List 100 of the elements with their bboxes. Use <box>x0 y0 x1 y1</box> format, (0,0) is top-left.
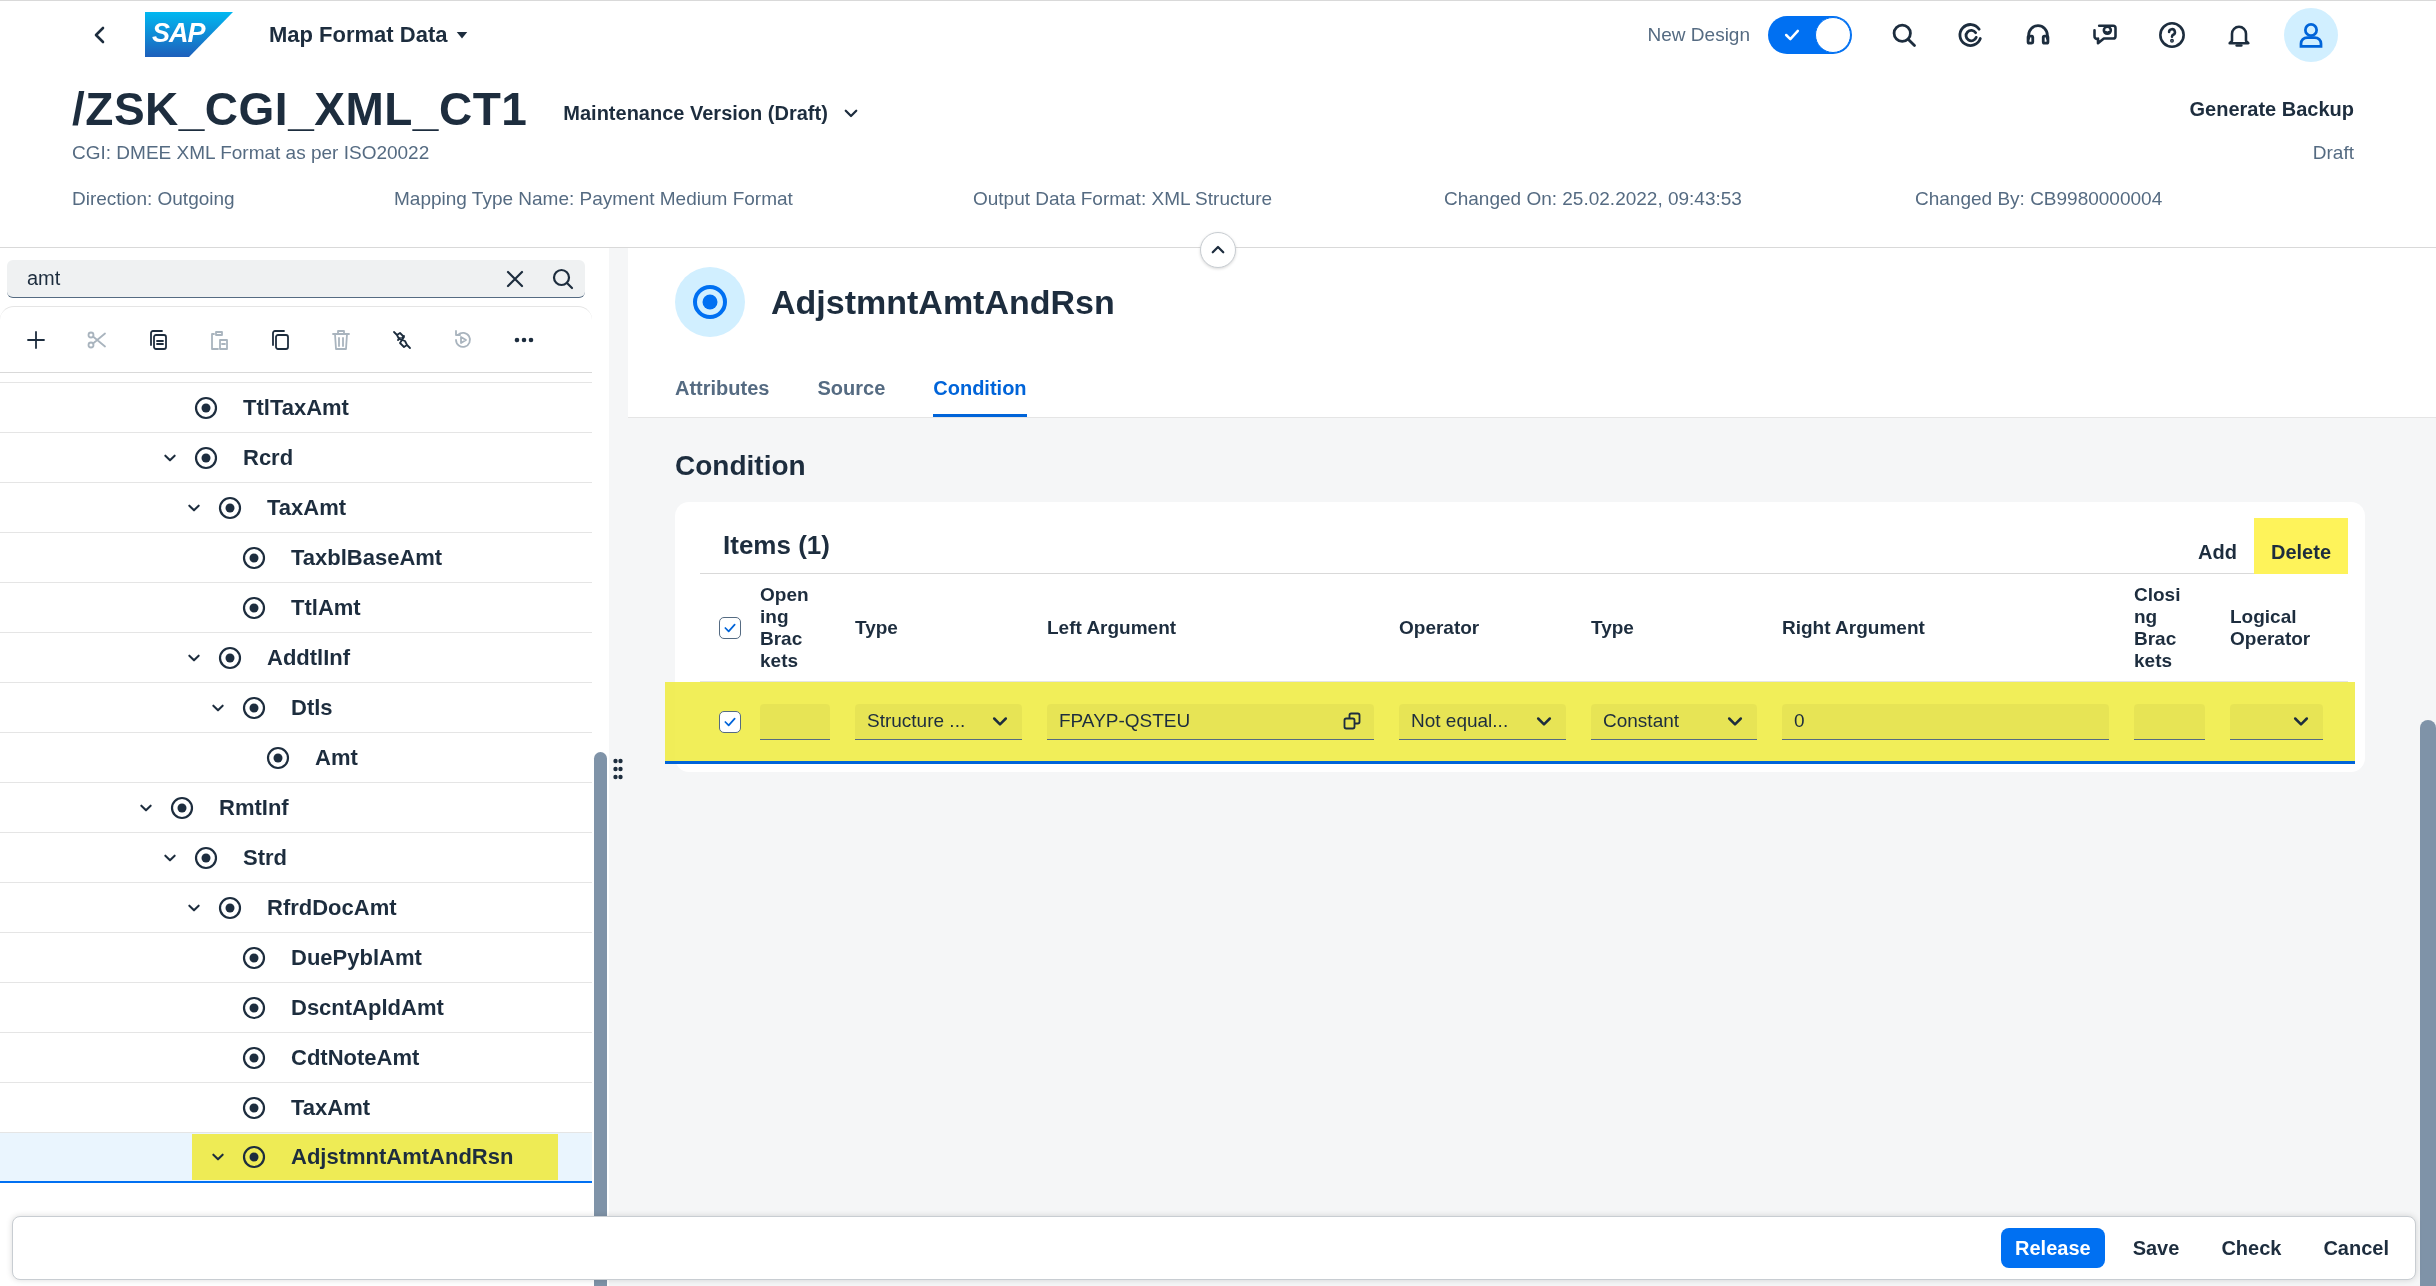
tree-row[interactable]: Rcrd <box>0 433 592 483</box>
header-attribute: Changed On: 25.02.2022, 09:43:53 <box>1444 188 1743 210</box>
search-icon[interactable] <box>551 266 575 291</box>
target-icon <box>242 695 266 720</box>
tab[interactable]: Source <box>817 365 886 417</box>
target-icon <box>218 495 242 520</box>
tree-row[interactable]: TtlAmt <box>0 583 592 633</box>
tree-item-label: TtlTaxAmt <box>243 394 349 421</box>
input-field[interactable]: FPAYP-QSTEU <box>1047 703 1374 740</box>
generate-backup-link[interactable]: Generate Backup <box>2189 97 2354 121</box>
scrollbar-thumb[interactable] <box>2420 720 2436 1286</box>
target-icon <box>242 1045 266 1070</box>
tree-item-label: DuePyblAmt <box>291 944 422 971</box>
tree-row[interactable]: TaxblBaseAmt <box>0 533 592 583</box>
header-attribute: Output Data Format: XML Structure <box>973 188 1274 210</box>
column-header: Right Argument <box>1782 616 1926 639</box>
section-title: Condition <box>675 450 807 482</box>
target-icon <box>194 445 218 470</box>
input-field[interactable] <box>760 703 830 740</box>
column-header: Type <box>1591 616 1635 639</box>
checkbox[interactable] <box>719 616 741 639</box>
table-title: Items (1) <box>722 530 830 561</box>
toggle-label: New Design <box>1647 23 1750 46</box>
tree-row[interactable]: TaxAmt <box>0 483 592 533</box>
tree-row[interactable]: AddtlInf <box>0 633 592 683</box>
target-icon <box>242 995 266 1020</box>
target-icon <box>242 945 266 970</box>
target-icon <box>266 745 290 770</box>
target-icon <box>242 1145 266 1169</box>
footer-button[interactable]: Check <box>2207 1228 2296 1268</box>
column-header: Operator <box>1399 616 1481 639</box>
tree-item-label: RmtInf <box>219 794 289 821</box>
dropdown[interactable]: Structure ... <box>855 703 1022 740</box>
toggle-switch[interactable] <box>1768 15 1852 54</box>
tree-item-label: AdjstmntAmtAndRsn <box>291 1144 514 1170</box>
tree-row[interactable]: RfrdDocAmt <box>0 883 592 933</box>
tree-item-label: Strd <box>243 844 287 871</box>
tree-item-label: TaxAmt <box>267 494 347 521</box>
version-selector[interactable]: Maintenance Version (Draft) <box>563 93 860 125</box>
tree-row[interactable]: RmtInf <box>0 783 592 833</box>
column-header: Left Argument <box>1047 616 1178 639</box>
column-header: Type <box>855 616 899 639</box>
footer-button[interactable]: Save <box>2118 1228 2194 1268</box>
input-field[interactable]: 0 <box>1782 703 2109 740</box>
search-field[interactable]: amt <box>7 260 585 298</box>
target-icon <box>242 545 266 570</box>
user-avatar[interactable] <box>2284 7 2338 62</box>
tree-item-label: Dtls <box>291 694 333 721</box>
ring-icon[interactable] <box>1956 20 1985 49</box>
tree-item-label: Rcrd <box>243 444 294 471</box>
grip-icon[interactable] <box>613 758 623 780</box>
input-field[interactable] <box>2134 703 2205 740</box>
object-subtitle: CGI: DMEE XML Format as per ISO20022 <box>72 142 430 164</box>
tree-row[interactable]: CdtNoteAmt <box>0 1033 592 1083</box>
target-icon <box>170 795 194 820</box>
value-help-icon[interactable] <box>1342 711 1362 731</box>
help-icon[interactable] <box>2157 20 2186 49</box>
status-text: Draft <box>2312 142 2354 164</box>
tree-item-label: TaxAmt <box>291 1094 371 1121</box>
tree-row[interactable]: Dtls <box>0 683 592 733</box>
header-attribute: Mapping Type Name: Payment Medium Format <box>394 188 794 210</box>
dropdown[interactable] <box>2230 703 2323 740</box>
target-icon <box>242 1095 266 1120</box>
footer-button[interactable]: Release <box>2001 1228 2105 1268</box>
tree-item-label: DscntApldAmt <box>291 994 444 1021</box>
target-icon <box>194 395 218 420</box>
logo[interactable]: SAP <box>145 12 233 57</box>
column-header: Closing Brackets <box>2134 583 2182 672</box>
column-header: Opening Brackets <box>760 583 810 672</box>
tab[interactable]: Attributes <box>675 365 770 417</box>
target-icon <box>218 645 242 670</box>
target-icon <box>194 845 218 870</box>
target-icon <box>242 595 266 620</box>
tree-item-label: Amt <box>315 744 358 771</box>
tree-item-label: RfrdDocAmt <box>267 894 397 921</box>
target-icon <box>218 895 242 920</box>
dropdown[interactable]: Not equal... <box>1399 703 1566 740</box>
tree-item-label: TaxblBaseAmt <box>291 544 443 571</box>
tree-row[interactable]: DuePyblAmt <box>0 933 592 983</box>
app-title-menu[interactable]: Map Format Data <box>269 21 470 48</box>
column-header: Logical Operator <box>2230 605 2312 650</box>
header-attribute: Changed By: CB9980000004 <box>1915 188 2164 210</box>
tree-item-label: TtlAmt <box>291 594 361 621</box>
footer-button[interactable]: Cancel <box>2309 1228 2403 1268</box>
tree-item-label: AddtlInf <box>267 644 351 671</box>
tree-row[interactable]: Strd <box>0 833 592 883</box>
dropdown[interactable]: Constant <box>1591 703 1757 740</box>
tree-item-label: CdtNoteAmt <box>291 1044 420 1071</box>
tree-row[interactable]: DscntApldAmt <box>0 983 592 1033</box>
header-attribute: Direction: Outgoing <box>72 188 236 210</box>
action-button[interactable]: Add <box>2181 517 2254 574</box>
tree-row[interactable]: TtlTaxAmt <box>0 383 592 433</box>
table-row[interactable]: Structure ... FPAYP-QSTEU Not equal... Constant 0 <box>665 682 2355 764</box>
action-button[interactable]: Delete <box>2253 517 2348 574</box>
object-title: /ZSK_CGI_XML_CT1 <box>72 82 528 136</box>
tree-row[interactable]: Amt <box>0 733 592 783</box>
checkbox[interactable] <box>719 710 741 733</box>
tab[interactable]: Condition <box>933 365 1027 417</box>
element-title: AdjstmntAmtAndRsn <box>771 282 1115 322</box>
tree-row[interactable]: AdjstmntAmtAndRsn <box>0 1133 592 1183</box>
